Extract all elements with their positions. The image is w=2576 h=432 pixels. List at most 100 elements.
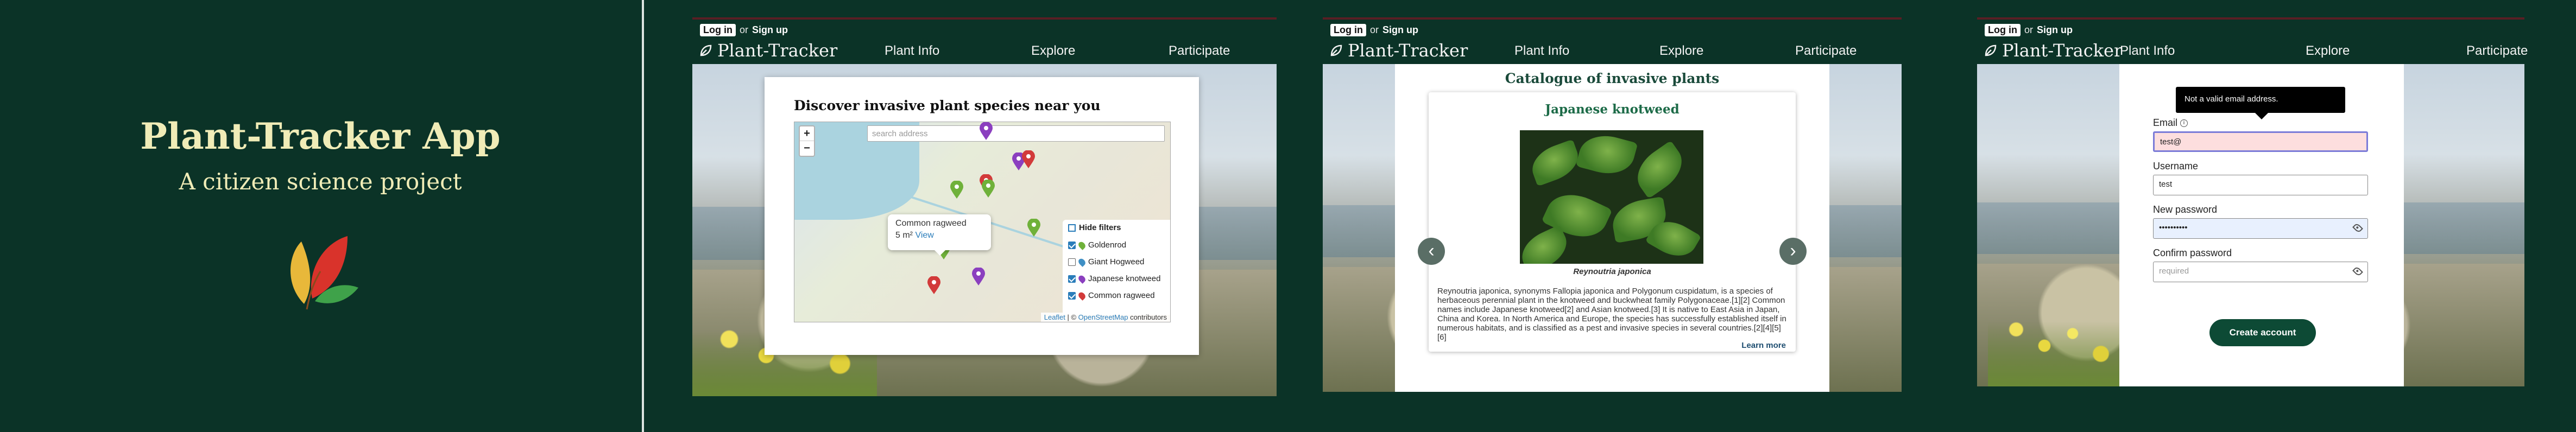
brand-home-link[interactable]: Plant-Tracker: [1329, 40, 1468, 61]
map-pin-icon[interactable]: [971, 268, 986, 286]
site-header: Log in or Sign up Plant-Tracker Plant In…: [1977, 17, 2528, 64]
nav-explore[interactable]: Explore: [1031, 43, 1075, 59]
filter-panel: Hide filters Goldenrod Giant Hogweed Jap…: [1063, 220, 1170, 315]
nav-plant-info[interactable]: Plant Info: [885, 43, 939, 59]
learn-more-link[interactable]: Learn more: [1741, 341, 1786, 350]
marker-icon: [1077, 274, 1087, 284]
login-button[interactable]: Log in: [1330, 24, 1366, 36]
signup-form: Not a valid email address. Email i test@…: [2119, 64, 2404, 386]
filter-giant-hogweed[interactable]: Giant Hogweed: [1068, 253, 1166, 270]
validation-tooltip: Not a valid email address.: [2176, 87, 2345, 119]
leaves-logo-icon: [291, 236, 358, 310]
leaflet-link[interactable]: Leaflet: [1044, 313, 1065, 321]
catalogue-screen: Log in or Sign up Plant-Tracker Plant In…: [1323, 17, 1902, 392]
nav-explore[interactable]: Explore: [1659, 43, 1703, 59]
zoom-out-button[interactable]: −: [800, 141, 814, 156]
confirm-password-label: Confirm password: [2153, 247, 2232, 258]
leaf-icon: [700, 45, 712, 56]
map-pin-icon[interactable]: [1027, 219, 1041, 237]
signup-link[interactable]: Sign up: [752, 24, 788, 36]
catalogue-heading: Catalogue of invasive plants: [1505, 71, 1720, 86]
login-button[interactable]: Log in: [700, 24, 736, 36]
checkbox-icon[interactable]: [1068, 241, 1076, 249]
brand-name: Plant-Tracker: [1348, 40, 1468, 61]
hide-filters-toggle[interactable]: Hide filters: [1068, 223, 1166, 232]
marker-icon: [1077, 257, 1087, 267]
map-pin-icon[interactable]: [927, 276, 941, 295]
username-label: Username: [2153, 161, 2199, 171]
signup-screen: Log in or Sign up Plant-Tracker Plant In…: [1977, 17, 2528, 386]
plant-description: Reynoutria japonica, synonyms Fallopia j…: [1437, 287, 1786, 342]
checkbox-icon[interactable]: [1068, 258, 1076, 266]
filter-japanese-knotweed[interactable]: Japanese knotweed: [1068, 270, 1166, 287]
nav-explore[interactable]: Explore: [2306, 43, 2350, 59]
or-text: or: [1369, 24, 1379, 35]
popup-view-link[interactable]: View: [915, 231, 933, 240]
hero-title: Plant-Tracker App: [140, 115, 501, 157]
brand-name: Plant-Tracker: [2002, 40, 2123, 61]
hero-subtitle: A citizen science project: [179, 168, 462, 195]
signup-link[interactable]: Sign up: [2037, 24, 2073, 36]
nav-plant-info[interactable]: Plant Info: [1514, 43, 1569, 59]
next-arrow-icon[interactable]: ›: [1779, 238, 1807, 265]
show-password-icon[interactable]: [2352, 223, 2363, 233]
marker-icon: [1077, 290, 1087, 301]
auth-links: Log in or Sign up: [1330, 24, 1418, 36]
brand-home-link[interactable]: Plant-Tracker: [1984, 40, 2122, 61]
plant-name: Japanese knotweed: [1545, 102, 1680, 117]
brand-home-link[interactable]: Plant-Tracker: [699, 40, 837, 61]
or-text: or: [2024, 24, 2033, 35]
email-label: Email i: [2153, 117, 2188, 129]
zoom-control: + −: [799, 125, 815, 157]
marker-icon: [1077, 240, 1087, 250]
catalogue-card: Catalogue of invasive plants Japanese kn…: [1395, 64, 1829, 392]
nav-participate[interactable]: Participate: [1169, 43, 1230, 59]
plant-card: Japanese knotweed Reynoutria japonica Re…: [1429, 92, 1796, 352]
hero: Plant-Tracker App A citizen science proj…: [0, 0, 641, 432]
username-field[interactable]: test: [2153, 175, 2368, 195]
checkbox-icon[interactable]: [1068, 275, 1076, 283]
auth-links: Log in or Sign up: [1985, 24, 2073, 36]
password-field[interactable]: ••••••••••: [2153, 218, 2368, 239]
nav-participate[interactable]: Participate: [1795, 43, 1857, 59]
show-password-icon[interactable]: [2352, 266, 2363, 277]
create-account-button[interactable]: Create account: [2209, 319, 2316, 346]
map-pin-icon[interactable]: [950, 181, 964, 199]
osm-link[interactable]: OpenStreetMap: [1078, 313, 1128, 321]
info-icon[interactable]: i: [2180, 119, 2188, 128]
explore-screen: Log in or Sign up Plant-Tracker Plant In…: [692, 17, 1277, 396]
plant-photo: [1520, 130, 1703, 264]
map-pin-icon[interactable]: [979, 122, 993, 141]
site-header: Log in or Sign up Plant-Tracker Plant In…: [692, 17, 1277, 64]
map-heading: Discover invasive plant species near you: [794, 98, 1101, 113]
section-divider: [642, 0, 644, 432]
popup-area: 5 m²: [895, 231, 913, 240]
signup-link[interactable]: Sign up: [1382, 24, 1418, 36]
map-popup: Common ragweed 5 m² View: [888, 214, 991, 256]
plant-caption: Reynoutria japonica: [1573, 267, 1651, 276]
auth-links: Log in or Sign up: [700, 24, 788, 36]
species-map[interactable]: + − search address Common ragweed 5 m² V…: [794, 122, 1171, 322]
leaf-icon: [1330, 45, 1342, 56]
map-card: Discover invasive plant species near you…: [765, 77, 1199, 355]
or-text: or: [739, 24, 748, 35]
filter-toggle-icon: [1068, 224, 1076, 232]
prev-arrow-icon[interactable]: ‹: [1418, 238, 1445, 265]
checkbox-icon[interactable]: [1068, 291, 1076, 300]
zoom-in-button[interactable]: +: [800, 126, 814, 141]
address-search-input[interactable]: search address: [867, 125, 1165, 142]
nav-participate[interactable]: Participate: [2466, 43, 2528, 59]
email-field[interactable]: test@: [2153, 131, 2368, 152]
filter-goldenrod[interactable]: Goldenrod: [1068, 237, 1166, 253]
map-pin-icon[interactable]: [981, 180, 995, 198]
password-label: New password: [2153, 204, 2218, 215]
leaf-icon: [1985, 45, 1997, 56]
filter-common-ragweed[interactable]: Common ragweed: [1068, 287, 1166, 304]
confirm-password-field[interactable]: required: [2153, 262, 2368, 282]
popup-species: Common ragweed: [895, 219, 967, 228]
nav-plant-info[interactable]: Plant Info: [2120, 43, 2175, 59]
map-pin-icon[interactable]: [1021, 150, 1036, 169]
login-button[interactable]: Log in: [1985, 24, 2021, 36]
site-header: Log in or Sign up Plant-Tracker Plant In…: [1323, 17, 1902, 64]
map-attribution: Leaflet | © OpenStreetMap contributors: [1040, 313, 1170, 322]
